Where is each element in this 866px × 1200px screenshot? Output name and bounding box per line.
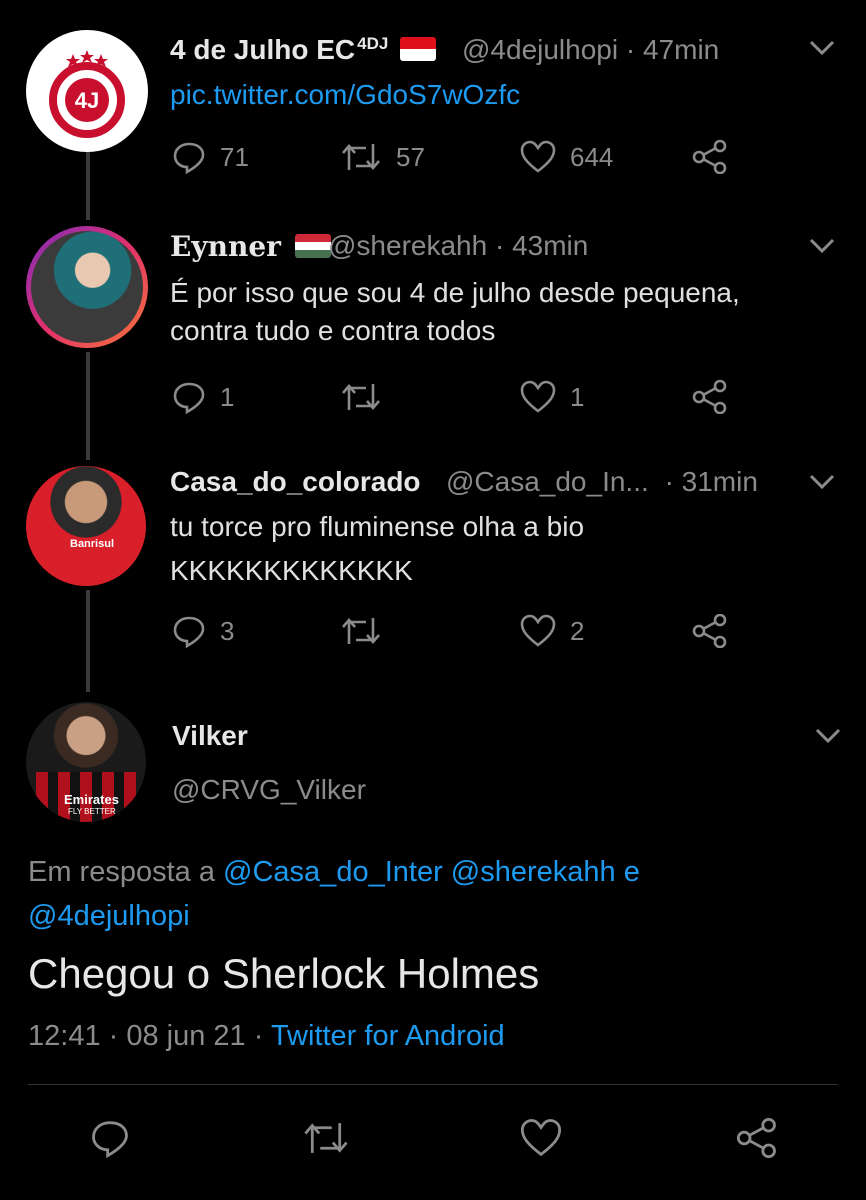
tweet-author-name[interactable]: 4 de Julho EC 4DJ xyxy=(170,34,437,66)
like-button[interactable]: 1 xyxy=(520,380,584,414)
focused-tweet-meta: 12:41 · 08 jun 21 · Twitter for Android xyxy=(28,1020,505,1053)
reply-icon xyxy=(92,1121,128,1158)
crest-monogram: 4J xyxy=(75,88,99,113)
tweet-handle-time: @Casa_do_In... · 31min xyxy=(446,466,758,498)
author-name-text: 4 de Julho EC xyxy=(170,34,356,65)
author-name-sup: 4DJ xyxy=(357,34,389,53)
retweet-icon xyxy=(342,618,380,644)
share-icon xyxy=(736,1118,776,1158)
tweet-author-name[interactable]: Eynner xyxy=(170,230,331,263)
reply-mentions[interactable]: @Casa_do_Inter @sherekahh e xyxy=(223,856,640,888)
timestamp: · 47min xyxy=(625,34,720,65)
reply-context: Em resposta a @Casa_do_Inter @sherekahh … xyxy=(28,850,640,938)
tweet-author-name[interactable]: Casa_do_colorado xyxy=(170,466,421,498)
reply-count: 3 xyxy=(220,615,235,646)
like-button[interactable] xyxy=(520,1118,562,1158)
focused-handle[interactable]: @CRVG_Vilker xyxy=(172,774,366,806)
reply-icon xyxy=(173,142,205,174)
tweet-text: É por isso que sou 4 de julho desde pequ… xyxy=(170,274,740,350)
tweet-source-link[interactable]: Twitter for Android xyxy=(271,1020,505,1052)
like-icon xyxy=(520,140,556,173)
like-count: 2 xyxy=(570,615,585,646)
like-button[interactable]: 2 xyxy=(520,614,584,648)
retweet-icon xyxy=(342,144,380,170)
share-button[interactable] xyxy=(692,614,728,648)
avatar[interactable]: Emirates FLY BETTER xyxy=(26,702,146,822)
handle: @sherekahh xyxy=(328,230,488,261)
reply-button[interactable]: 3 xyxy=(172,614,234,648)
retweet-button[interactable] xyxy=(340,614,382,648)
tweet-text-line: KKKKKKKKKKKKK xyxy=(170,555,413,586)
reply-icon xyxy=(173,382,205,414)
like-button[interactable]: 644 xyxy=(520,140,613,174)
share-icon xyxy=(692,614,727,648)
retweet-button[interactable] xyxy=(302,1118,350,1158)
chevron-down-icon[interactable] xyxy=(808,236,836,256)
tweet-handle-time: @sherekahh · 43min xyxy=(328,230,588,262)
share-button[interactable] xyxy=(736,1118,778,1158)
retweet-count: 57 xyxy=(396,141,425,172)
share-button[interactable] xyxy=(692,380,728,414)
avatar-shirt-text: FLY BETTER xyxy=(68,807,116,816)
reply-icon xyxy=(173,616,205,648)
handle: @Casa_do_In... xyxy=(446,466,649,497)
reply-button[interactable] xyxy=(90,1118,130,1158)
chevron-down-icon[interactable] xyxy=(808,38,836,58)
like-count: 644 xyxy=(570,141,614,172)
thread-line xyxy=(86,150,90,220)
like-count: 1 xyxy=(570,381,585,412)
handle: @4dejulhopi xyxy=(462,34,619,65)
like-icon xyxy=(520,1119,562,1157)
retweet-icon xyxy=(304,1123,348,1153)
share-button[interactable] xyxy=(692,140,728,174)
avatar[interactable]: 4J xyxy=(26,30,148,152)
reply-count: 1 xyxy=(220,381,235,412)
reply-prefix: Em resposta a xyxy=(28,856,215,888)
retweet-button[interactable] xyxy=(340,380,382,414)
focused-tweet-text: Chegou o Sherlock Holmes xyxy=(28,950,540,997)
reply-button[interactable]: 1 xyxy=(172,380,234,414)
chevron-down-icon[interactable] xyxy=(814,726,842,746)
reply-button[interactable]: 71 xyxy=(172,140,249,174)
divider xyxy=(28,1084,838,1085)
tweet-link[interactable]: pic.twitter.com/GdoS7wOzfc xyxy=(170,76,520,114)
avatar[interactable] xyxy=(26,226,148,348)
reply-mention[interactable]: @4dejulhopi xyxy=(28,900,190,932)
focused-author-name[interactable]: Vilker xyxy=(172,720,248,752)
timestamp: · 43min xyxy=(494,230,589,261)
timestamp: · 31min xyxy=(664,466,758,497)
tweet-timestamp: 12:41 · 08 jun 21 · xyxy=(28,1020,264,1052)
chevron-down-icon[interactable] xyxy=(808,472,836,492)
author-name-text: Eynner xyxy=(170,230,281,263)
tweet-text-line: contra tudo e contra todos xyxy=(170,315,496,346)
tweet-text: tu torce pro fluminense olha a bio KKKKK… xyxy=(170,508,584,590)
flag-indonesia-icon xyxy=(400,37,437,61)
like-icon xyxy=(520,380,556,413)
tweet-text-line: tu torce pro fluminense olha a bio xyxy=(170,511,585,542)
retweet-icon xyxy=(342,384,380,410)
tweet-handle-time: @4dejulhopi · 47min xyxy=(462,34,719,66)
thread-line xyxy=(86,352,90,460)
avatar[interactable]: Banrisul xyxy=(26,466,146,586)
club-crest-icon: 4J xyxy=(49,50,125,138)
flag-hungary-icon xyxy=(294,234,331,258)
thread-line xyxy=(86,590,90,692)
like-icon xyxy=(520,614,556,647)
share-icon xyxy=(692,140,727,174)
reply-count: 71 xyxy=(220,141,249,172)
share-icon xyxy=(692,380,727,414)
retweet-button[interactable]: 57 xyxy=(340,140,425,174)
avatar-shirt-text: Emirates xyxy=(64,792,119,807)
tweet-text-line: É por isso que sou 4 de julho desde pequ… xyxy=(170,277,740,308)
avatar-shirt-text: Banrisul xyxy=(70,538,115,550)
